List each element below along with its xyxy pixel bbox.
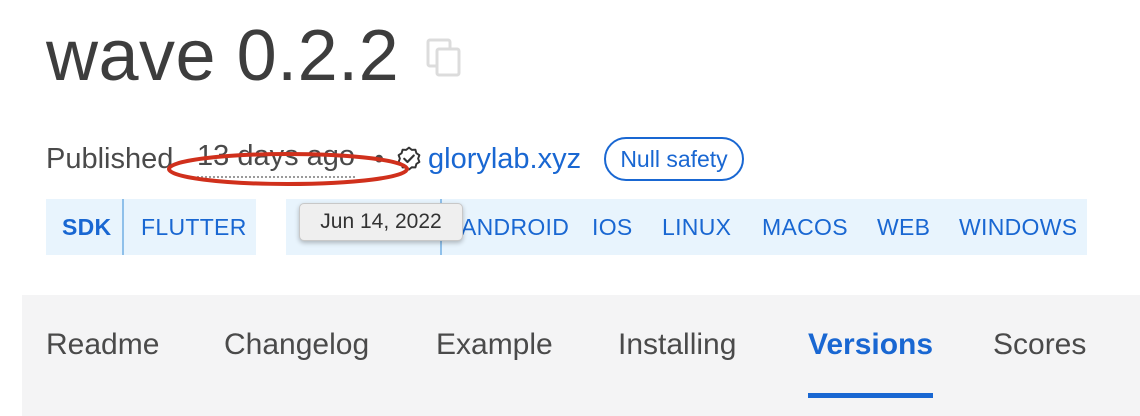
verified-publisher-icon (397, 146, 421, 171)
date-tooltip: Jun 14, 2022 (299, 203, 463, 241)
sdk-tag-group: SDK FLUTTER (46, 199, 256, 255)
sdk-tag-head[interactable]: SDK (62, 199, 111, 255)
tag-windows[interactable]: WINDOWS (959, 199, 1077, 255)
active-tab-indicator (808, 393, 933, 398)
tab-example[interactable]: Example (436, 295, 553, 395)
meta-separator: • (374, 143, 385, 175)
tab-versions[interactable]: Versions (808, 295, 933, 395)
tag-web[interactable]: WEB (877, 199, 930, 255)
tab-installing[interactable]: Installing (618, 295, 736, 395)
package-title: wave 0.2.2 (46, 16, 400, 96)
tag-divider (122, 199, 124, 255)
tab-changelog[interactable]: Changelog (224, 295, 369, 395)
tab-readme[interactable]: Readme (46, 295, 159, 395)
tab-bar: Readme Changelog Example Installing Vers… (22, 295, 1140, 416)
tag-android[interactable]: ANDROID (461, 199, 569, 255)
publisher-link[interactable]: glorylab.xyz (428, 136, 581, 182)
copy-icon[interactable] (426, 38, 464, 78)
tag-flutter[interactable]: FLUTTER (141, 199, 247, 255)
published-date[interactable]: 13 days ago (197, 136, 356, 178)
tag-ios[interactable]: IOS (592, 199, 633, 255)
tab-scores[interactable]: Scores (993, 295, 1086, 395)
published-label: Published (46, 143, 174, 175)
tag-macos[interactable]: MACOS (762, 199, 848, 255)
null-safety-badge[interactable]: Null safety (604, 137, 744, 181)
tag-linux[interactable]: LINUX (662, 199, 731, 255)
